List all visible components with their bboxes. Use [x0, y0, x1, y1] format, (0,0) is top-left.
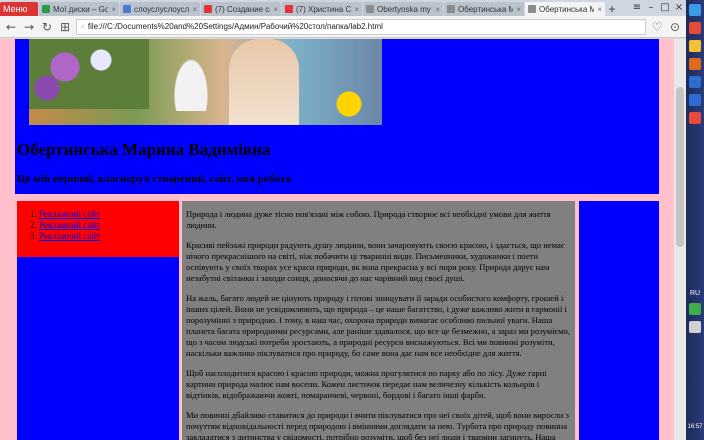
start-icon[interactable]: [689, 4, 701, 16]
right-sidebar: [579, 201, 659, 440]
close-icon[interactable]: ×: [516, 5, 521, 14]
minimize-icon[interactable]: –: [644, 0, 658, 16]
left-sidebar: [17, 257, 179, 440]
opera-icon[interactable]: [689, 22, 701, 34]
page-icon: [366, 5, 374, 13]
page-icon: [528, 5, 536, 13]
page-subtitle: Це мій перший, власноруч створений, сайт…: [17, 173, 292, 185]
heart-icon[interactable]: ♡: [650, 20, 664, 34]
content-paragraph: Красиві пейзажі природи радують душу люд…: [186, 240, 565, 283]
tab-menu-icon[interactable]: ≡: [630, 0, 644, 16]
google-drive-icon: [42, 5, 50, 13]
tab-3[interactable]: (7) Христина Стоп… ×: [282, 2, 362, 16]
tray-icon[interactable]: [689, 303, 701, 315]
tab-label: слоуслуслоуслу: [134, 4, 190, 14]
content-paragraph: Природа і людина дуже тісно пов'язані мі…: [186, 209, 551, 230]
nav-item: Рекламний сайт: [39, 220, 179, 231]
page-icon: [447, 5, 455, 13]
language-indicator[interactable]: RU: [690, 290, 700, 297]
person-image: [229, 39, 299, 125]
close-icon[interactable]: ×: [111, 5, 116, 14]
bunny-image: [174, 59, 208, 111]
word-icon[interactable]: [689, 76, 701, 88]
content-paragraph: Щоб насолодитися красою і красою природи…: [186, 368, 547, 400]
tab-5[interactable]: Обертинська Ма… ×: [444, 2, 524, 16]
url-text: file:///C:/Documents%20and%20Settings/Ад…: [87, 22, 383, 31]
nav-item: Рекламний сайт: [39, 209, 179, 220]
file-icon: ▫: [81, 22, 84, 31]
tab-4[interactable]: Obertynska my res… ×: [363, 2, 443, 16]
tab-6-active[interactable]: Обертинська Ма… ×: [525, 2, 605, 16]
tab-0[interactable]: Мої диски – Google ×: [39, 2, 119, 16]
tab-label: (7) Создание са…: [215, 4, 270, 14]
scrollbar-thumb[interactable]: [676, 87, 684, 247]
tab-2[interactable]: (7) Создание са… ×: [201, 2, 281, 16]
address-bar: ← → ↻ ⊞ ▫ file:///C:/Documents%20and%20S…: [0, 16, 686, 38]
tab-label: Обертинська Ма…: [539, 4, 595, 14]
close-icon[interactable]: ×: [597, 5, 602, 14]
duckling-image: [334, 89, 364, 119]
page-viewport: Обертинська Марина Вадимівна Це мій перш…: [0, 39, 674, 440]
clock: 16:57: [687, 424, 703, 430]
header-banner-image: [29, 39, 382, 125]
close-icon[interactable]: ×: [354, 5, 359, 14]
close-icon[interactable]: ×: [273, 5, 278, 14]
speed-dial-icon[interactable]: ⊞: [58, 20, 72, 34]
tab-label: Обертинська Ма…: [458, 4, 514, 14]
close-window-icon[interactable]: ×: [672, 0, 686, 16]
app-icon[interactable]: [689, 58, 701, 70]
download-icon[interactable]: ⊙: [668, 20, 682, 34]
nav-link-2[interactable]: Рекламний сайт: [39, 220, 100, 230]
url-field[interactable]: ▫ file:///C:/Documents%20and%20Settings/…: [76, 18, 646, 35]
forward-arrow-icon[interactable]: →: [22, 20, 36, 34]
nav-item: Рекламний сайт: [39, 231, 179, 242]
page-title: Обертинська Марина Вадимівна: [17, 140, 271, 159]
back-arrow-icon[interactable]: ←: [4, 20, 18, 34]
opera-icon[interactable]: [689, 112, 701, 124]
opera-menu-label: Меню: [3, 4, 28, 14]
folder-icon[interactable]: [689, 40, 701, 52]
tab-bar: Меню Мої диски – Google × слоуслуслоуслу…: [0, 0, 686, 16]
tab-label: (7) Христина Стоп…: [296, 4, 352, 14]
youtube-icon: [285, 5, 293, 13]
volume-icon[interactable]: [689, 321, 701, 333]
tab-label: Obertynska my res…: [377, 4, 432, 14]
word-icon[interactable]: [689, 94, 701, 106]
main-content: Природа і людина дуже тісно пов'язані мі…: [182, 201, 575, 440]
content-paragraph: Ми повинні дбайливо ставитися до природи…: [186, 410, 569, 440]
lilac-flowers-image: [29, 39, 149, 109]
content-paragraph: На жаль, багато людей не цінують природу…: [186, 293, 571, 358]
youtube-icon: [204, 5, 212, 13]
page-icon: [123, 5, 131, 13]
tab-1[interactable]: слоуслуслоуслу ×: [120, 2, 200, 16]
os-taskbar: RU 16:57: [686, 0, 704, 440]
vertical-scrollbar[interactable]: [674, 39, 686, 440]
close-icon[interactable]: ×: [192, 5, 197, 14]
nav-link-3[interactable]: Рекламний сайт: [39, 231, 100, 241]
maximize-icon[interactable]: □: [658, 0, 672, 16]
window-controls: ≡ – □ ×: [630, 0, 686, 16]
tab-label: Мої диски – Google: [53, 4, 109, 14]
page-header: Обертинська Марина Вадимівна Це мій перш…: [15, 39, 659, 194]
reload-icon[interactable]: ↻: [40, 20, 54, 34]
nav-link-1[interactable]: Рекламний сайт: [39, 209, 100, 219]
close-icon[interactable]: ×: [435, 5, 440, 14]
nav-list: Рекламний сайт Рекламний сайт Рекламний …: [37, 209, 179, 242]
new-tab-button[interactable]: +: [605, 2, 619, 16]
opera-menu-button[interactable]: Меню: [0, 2, 38, 16]
